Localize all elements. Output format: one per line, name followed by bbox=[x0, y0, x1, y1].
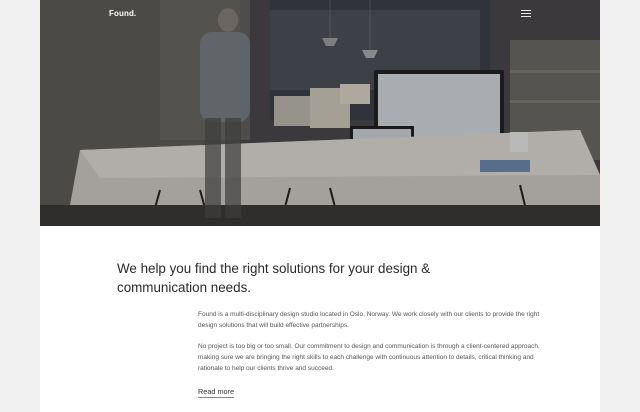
intro-paragraph-2: No project is too big or too small. Our … bbox=[198, 343, 540, 372]
intro-headline: We help you find the right solutions for… bbox=[117, 261, 431, 295]
intro-paragraph-1: Found is a multi-disciplinary design stu… bbox=[198, 311, 540, 329]
read-more-link[interactable]: Read more bbox=[198, 387, 235, 398]
hamburger-menu-icon[interactable] bbox=[521, 8, 531, 18]
site-logo[interactable]: Found. bbox=[109, 9, 136, 18]
office-photo bbox=[40, 0, 600, 226]
hero-image: Found. bbox=[40, 0, 600, 226]
page: Found. We help you find the right soluti… bbox=[40, 0, 600, 412]
